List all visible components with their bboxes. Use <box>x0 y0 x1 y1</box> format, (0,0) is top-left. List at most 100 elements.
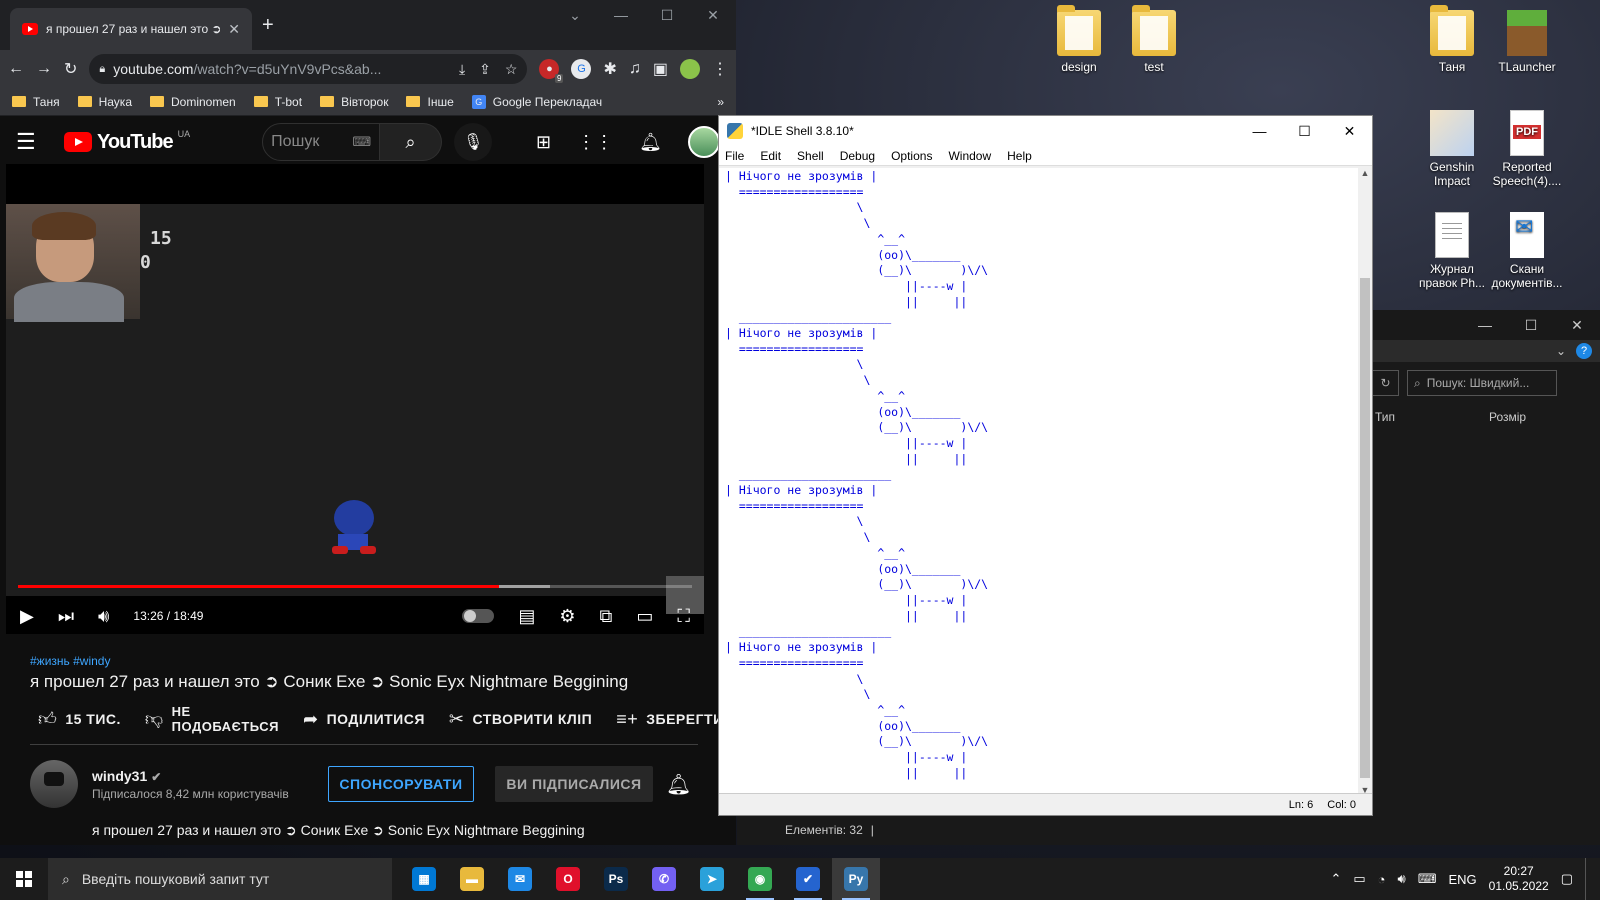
share-button[interactable]: ➦ ПОДІЛИТИСЯ <box>303 709 425 730</box>
address-bar[interactable]: 🔒︎ youtube.com/watch?v=d5uYnV9vPcs&ab...… <box>89 54 528 84</box>
language-indicator[interactable]: ENG <box>1448 872 1476 887</box>
shell-output[interactable]: | Нічого не зрозумів | =================… <box>719 168 1359 795</box>
wifi-icon[interactable]: ◔ <box>1378 872 1386 887</box>
channel-name[interactable]: windy31 ✔ <box>92 768 161 784</box>
volume-icon[interactable]: 🔊︎ <box>98 606 109 627</box>
channel-avatar[interactable] <box>30 760 78 808</box>
tab-search-icon[interactable]: ⌄ <box>552 0 598 30</box>
bookmark-google-translate[interactable]: G Google Перекладач <box>471 94 602 109</box>
explorer-search-input[interactable]: ⌕ Пошук: Швидкий... <box>1407 370 1557 396</box>
desktop-icon-genshin[interactable]: Genshin Impact <box>1413 110 1491 188</box>
theater-mode-icon[interactable]: ▭ <box>636 606 653 627</box>
menu-debug[interactable]: Debug <box>840 149 875 163</box>
next-icon[interactable]: ⏭ <box>58 606 74 627</box>
taskbar-app-python-idle[interactable]: Py <box>832 858 880 900</box>
close-icon[interactable]: ✕ <box>690 0 736 30</box>
reload-icon[interactable]: ↻ <box>64 59 77 79</box>
search-button[interactable]: ⌕ <box>380 123 443 161</box>
media-icon[interactable]: ♫ <box>629 60 641 78</box>
taskbar-app-chrome[interactable]: ◉ <box>736 858 784 900</box>
play-icon[interactable]: ▶ <box>20 606 34 627</box>
taskbar-app-opera[interactable]: O <box>544 858 592 900</box>
desktop-icon-tanya[interactable]: Таня <box>1413 5 1491 74</box>
video-player[interactable]: 15 0 ▶ ⏭ 🔊︎ 13:26 / 18:49 ▤ ⚙ ⧉ ▭ ⛶ <box>6 164 704 634</box>
menu-window[interactable]: Window <box>948 149 991 163</box>
install-icon[interactable]: ⤓ <box>459 61 465 78</box>
desktop-icon-design[interactable]: design <box>1040 5 1118 74</box>
extension-adblock-icon[interactable]: ● 9 <box>539 59 564 83</box>
youtube-logo[interactable]: YouTube UA <box>64 129 190 154</box>
menu-file[interactable]: File <box>725 149 744 163</box>
profile-avatar[interactable] <box>680 59 700 79</box>
minimize-icon[interactable]: — <box>598 0 644 30</box>
puzzle-icon[interactable]: ✱ <box>603 59 616 79</box>
taskbar-app-viber[interactable]: ✆ <box>640 858 688 900</box>
show-desktop-button[interactable] <box>1585 858 1590 900</box>
sponsor-button[interactable]: СПОНСОРУВАТИ <box>328 766 474 802</box>
menu-icon[interactable]: ⋮ <box>712 59 728 79</box>
bookmark-folder[interactable]: Вівторок <box>320 95 388 109</box>
vertical-scrollbar[interactable]: ▲ ▼ <box>1358 168 1372 795</box>
taskbar-app-photoshop[interactable]: Ps <box>592 858 640 900</box>
taskbar-app-microsoft-store[interactable]: ▦ <box>400 858 448 900</box>
video-hashtags[interactable]: #жизнь #windy <box>30 654 110 668</box>
notifications-icon[interactable]: ▢ <box>1561 871 1573 887</box>
menu-shell[interactable]: Shell <box>797 149 824 163</box>
help-icon[interactable]: ? <box>1576 343 1592 359</box>
voice-search-icon[interactable]: 🎙︎ <box>454 123 493 161</box>
minimize-icon[interactable]: — <box>1237 116 1282 146</box>
notifications-bell-icon[interactable]: 🔔︎ <box>639 132 662 153</box>
maximize-icon[interactable]: ☐ <box>644 0 690 30</box>
volume-icon[interactable]: 🔊︎ <box>1398 871 1406 887</box>
settings-gear-icon[interactable]: ⚙ <box>559 606 575 627</box>
more-bookmarks-icon[interactable]: » <box>717 95 724 109</box>
chevron-down-icon[interactable]: ⌄ <box>1556 344 1566 358</box>
start-button[interactable] <box>0 858 48 900</box>
bookmark-folder[interactable]: Наука <box>77 95 132 109</box>
maximize-icon[interactable]: ☐ <box>1508 310 1554 340</box>
bookmark-folder[interactable]: Таня <box>12 95 60 109</box>
bookmark-star-icon[interactable]: ☆ <box>505 61 518 78</box>
column-header-type[interactable]: Тип <box>1375 410 1395 424</box>
desktop-icon-test[interactable]: test <box>1115 5 1193 74</box>
apps-grid-icon[interactable]: ⋮⋮ <box>577 132 613 153</box>
clock[interactable]: 20:27 01.05.2022 <box>1489 864 1549 894</box>
taskbar-app-todo[interactable]: ✔ <box>784 858 832 900</box>
side-panel-icon[interactable]: ▣ <box>653 59 668 79</box>
scrollbar-thumb[interactable] <box>1360 278 1370 778</box>
miniplayer-icon[interactable]: ⧉ <box>600 606 613 627</box>
progress-bar[interactable] <box>18 585 692 588</box>
dislike-button[interactable]: 👎︎ НЕ ПОДОБАЄТЬСЯ <box>145 704 279 734</box>
close-icon[interactable]: ✕ <box>1327 116 1372 146</box>
menu-edit[interactable]: Edit <box>760 149 781 163</box>
close-icon[interactable]: ✕ <box>1554 310 1600 340</box>
new-tab-icon[interactable]: + <box>262 14 274 37</box>
desktop-icon-tlauncher[interactable]: TLauncher <box>1488 10 1566 74</box>
bookmark-folder[interactable]: Інше <box>406 95 454 109</box>
menu-help[interactable]: Help <box>1007 149 1032 163</box>
taskbar-app-telegram[interactable]: ➤ <box>688 858 736 900</box>
share-icon[interactable]: ⇪ <box>479 61 491 78</box>
autoplay-toggle[interactable] <box>462 609 495 623</box>
create-video-icon[interactable]: ⊞ <box>536 132 551 153</box>
forward-icon[interactable]: → <box>36 60 52 78</box>
scroll-up-icon[interactable]: ▲ <box>1358 168 1372 178</box>
back-icon[interactable]: ← <box>8 60 24 78</box>
bookmark-folder[interactable]: T-bot <box>253 95 302 109</box>
subtitles-icon[interactable]: ▤ <box>518 606 535 627</box>
desktop-icon-journal[interactable]: Журнал правок Ph... <box>1413 212 1491 290</box>
like-button[interactable]: 👍︎ 15 ТИС. <box>38 708 121 730</box>
minimize-icon[interactable]: — <box>1462 310 1508 340</box>
desktop-icon-reported-speech[interactable]: PDF Reported Speech(4).... <box>1488 110 1566 188</box>
keyboard-icon[interactable]: ⌨ <box>1418 871 1437 887</box>
clip-button[interactable]: ✂ СТВОРИТИ КЛІП <box>449 709 592 730</box>
avatar[interactable] <box>688 126 720 158</box>
youtube-search-input[interactable]: Пошук ⌨ <box>262 123 381 161</box>
video-frame[interactable]: 15 0 <box>6 204 704 614</box>
taskbar-app-file-explorer[interactable]: ▬ <box>448 858 496 900</box>
extension-translate-icon[interactable]: G <box>571 59 592 79</box>
bookmark-folder[interactable]: Dominomen <box>150 95 236 109</box>
browser-tab[interactable]: я прошел 27 раз и нашел это ➲ ✕ <box>10 8 252 50</box>
show-hidden-icons-icon[interactable]: ⌃ <box>1330 871 1341 887</box>
close-tab-icon[interactable]: ✕ <box>228 21 240 38</box>
